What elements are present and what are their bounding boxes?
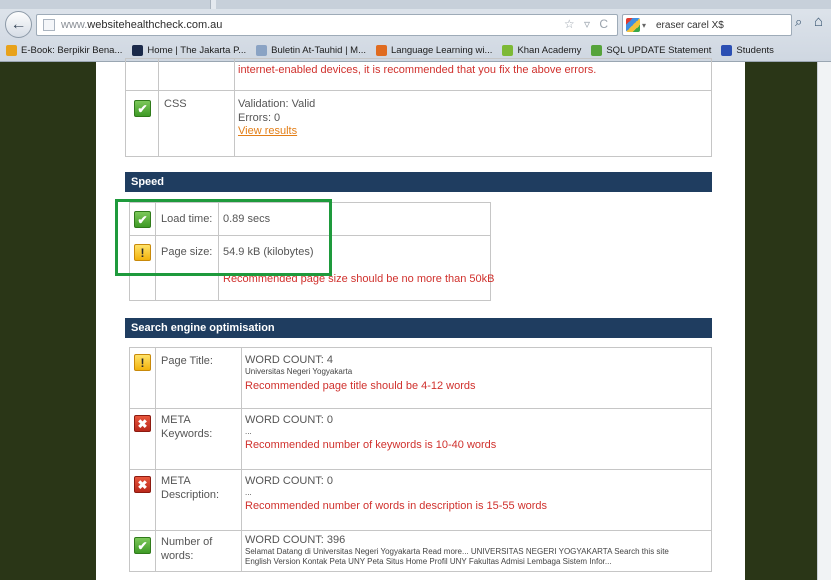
bookmark-item[interactable]: Khan Academy: [502, 44, 582, 56]
page-title-label: Page Title:: [161, 355, 213, 367]
url-domain: websitehealthcheck.com.au: [87, 19, 223, 31]
error-icon: ✖: [134, 476, 151, 493]
number-of-words-label-line1: Number of: [161, 536, 213, 548]
chevron-down-icon: ▾: [642, 20, 647, 30]
w3-icon: [591, 44, 603, 56]
bookmark-label: Khan Academy: [517, 44, 582, 56]
table-row: internet-enabled devices, it is recommen…: [126, 59, 711, 91]
bookmark-label: SQL UPDATE Statement: [606, 44, 712, 56]
search-value: eraser carel X$: [656, 19, 724, 31]
bookmark-label: Buletin At-Tauhid | M...: [271, 44, 367, 56]
check-icon: ✔: [134, 537, 151, 554]
error-icon: ✖: [134, 415, 151, 432]
bookmark-item[interactable]: E-Book: Berpikir Bena...: [6, 44, 123, 56]
bookmark-item[interactable]: SQL UPDATE Statement: [591, 44, 712, 56]
bookmark-item[interactable]: Buletin At-Tauhid | M...: [256, 44, 367, 56]
bookmark-item[interactable]: Students: [721, 44, 774, 56]
bookmark-arrow-icon: [6, 44, 17, 56]
navigation-bar: ← www. websitehealthcheck.com.au ☆ ▿ C ▾ …: [0, 10, 831, 39]
number-of-words-label-line2: words:: [161, 550, 194, 562]
number-of-words-detail-line1: Selamat Datang di Universitas Negeri Yog…: [245, 547, 669, 556]
bookmark-label: Language Learning wi...: [391, 44, 493, 56]
jakarta-post-icon: [132, 44, 144, 56]
meta-keywords-detail: ...: [245, 427, 252, 436]
language-icon: [376, 44, 388, 56]
students-icon: [721, 44, 733, 56]
page-title-count: WORD COUNT: 4: [245, 354, 333, 366]
css-errors: Errors: 0: [238, 112, 281, 124]
bookmark-label: Students: [736, 44, 774, 56]
page-title-row: ! Page Title: WORD COUNT: 4 Universitas …: [130, 348, 711, 409]
tab-strip: [0, 0, 831, 9]
seo-section-header: Search engine optimisation: [125, 318, 712, 338]
site-identity-icon[interactable]: [43, 19, 55, 31]
meta-description-detail: ...: [245, 488, 252, 497]
url-tools[interactable]: ☆ ▿ C: [564, 17, 611, 31]
search-input[interactable]: ▾ eraser carel X$: [622, 14, 792, 36]
warning-icon: !: [134, 354, 151, 371]
leaf-icon: [502, 44, 514, 56]
search-button[interactable]: ⌕: [795, 14, 811, 34]
meta-keywords-count: WORD COUNT: 0: [245, 414, 333, 426]
scrollbar[interactable]: [817, 62, 831, 580]
number-of-words-detail-line2: English Version Kontak Peta UNY Peta Sit…: [245, 557, 612, 566]
back-button[interactable]: ←: [5, 11, 32, 38]
validation-table: internet-enabled devices, it is recommen…: [125, 58, 712, 157]
bookmark-item[interactable]: Home | The Jakarta P...: [132, 44, 247, 56]
css-validation: Validation: Valid: [238, 98, 316, 110]
highlight-box: [115, 199, 332, 276]
number-of-words-row: ✔ Number of words: WORD COUNT: 396 Selam…: [130, 531, 711, 571]
seo-table: ! Page Title: WORD COUNT: 4 Universitas …: [129, 347, 712, 572]
google-icon: [626, 18, 640, 32]
bookmark-label: E-Book: Berpikir Bena...: [21, 44, 123, 56]
browser-chrome: ← www. websitehealthcheck.com.au ☆ ▿ C ▾ …: [0, 0, 831, 62]
document-icon: [256, 44, 268, 56]
meta-description-recommendation: Recommended number of words in descripti…: [245, 500, 548, 512]
address-bar[interactable]: www. websitehealthcheck.com.au ☆ ▿ C: [36, 14, 618, 36]
meta-keywords-row: ✖ META Keywords: WORD COUNT: 0 ... Recom…: [130, 409, 711, 470]
search-engine-selector[interactable]: ▾: [626, 17, 652, 33]
page-title-recommendation: Recommended page title should be 4-12 wo…: [245, 380, 476, 392]
tab-edge[interactable]: [210, 0, 216, 9]
css-label: CSS: [164, 98, 187, 110]
home-icon: ⌂: [814, 13, 824, 30]
bookmark-label: Home | The Jakarta P...: [147, 44, 247, 56]
speed-section-header: Speed: [125, 172, 712, 192]
meta-keywords-label-line1: META: [161, 414, 191, 426]
page-content: internet-enabled devices, it is recommen…: [96, 58, 745, 580]
mobile-recommendation: internet-enabled devices, it is recommen…: [238, 64, 597, 76]
meta-description-label-line2: Description:: [161, 489, 220, 501]
number-of-words-count: WORD COUNT: 396: [245, 534, 346, 546]
view-results-link[interactable]: View results: [238, 125, 297, 137]
meta-keywords-recommendation: Recommended number of keywords is 10-40 …: [245, 439, 497, 451]
back-arrow-icon: ←: [10, 15, 27, 33]
magnifier-icon: ⌕: [795, 14, 803, 29]
bookmark-item[interactable]: Language Learning wi...: [376, 44, 493, 56]
bookmarks-toolbar: E-Book: Berpikir Bena... Home | The Jaka…: [0, 40, 831, 60]
meta-description-row: ✖ META Description: WORD COUNT: 0 ... Re…: [130, 470, 711, 531]
css-row: ✔ CSS Validation: Valid Errors: 0 View r…: [126, 91, 711, 156]
meta-description-label-line1: META: [161, 475, 191, 487]
meta-keywords-label-line2: Keywords:: [161, 428, 213, 440]
check-icon: ✔: [134, 100, 151, 117]
home-button[interactable]: ⌂: [814, 13, 831, 35]
page-title-detail: Universitas Negeri Yogyakarta: [245, 367, 353, 376]
meta-description-count: WORD COUNT: 0: [245, 475, 333, 487]
url-prefix: www.: [61, 19, 88, 31]
